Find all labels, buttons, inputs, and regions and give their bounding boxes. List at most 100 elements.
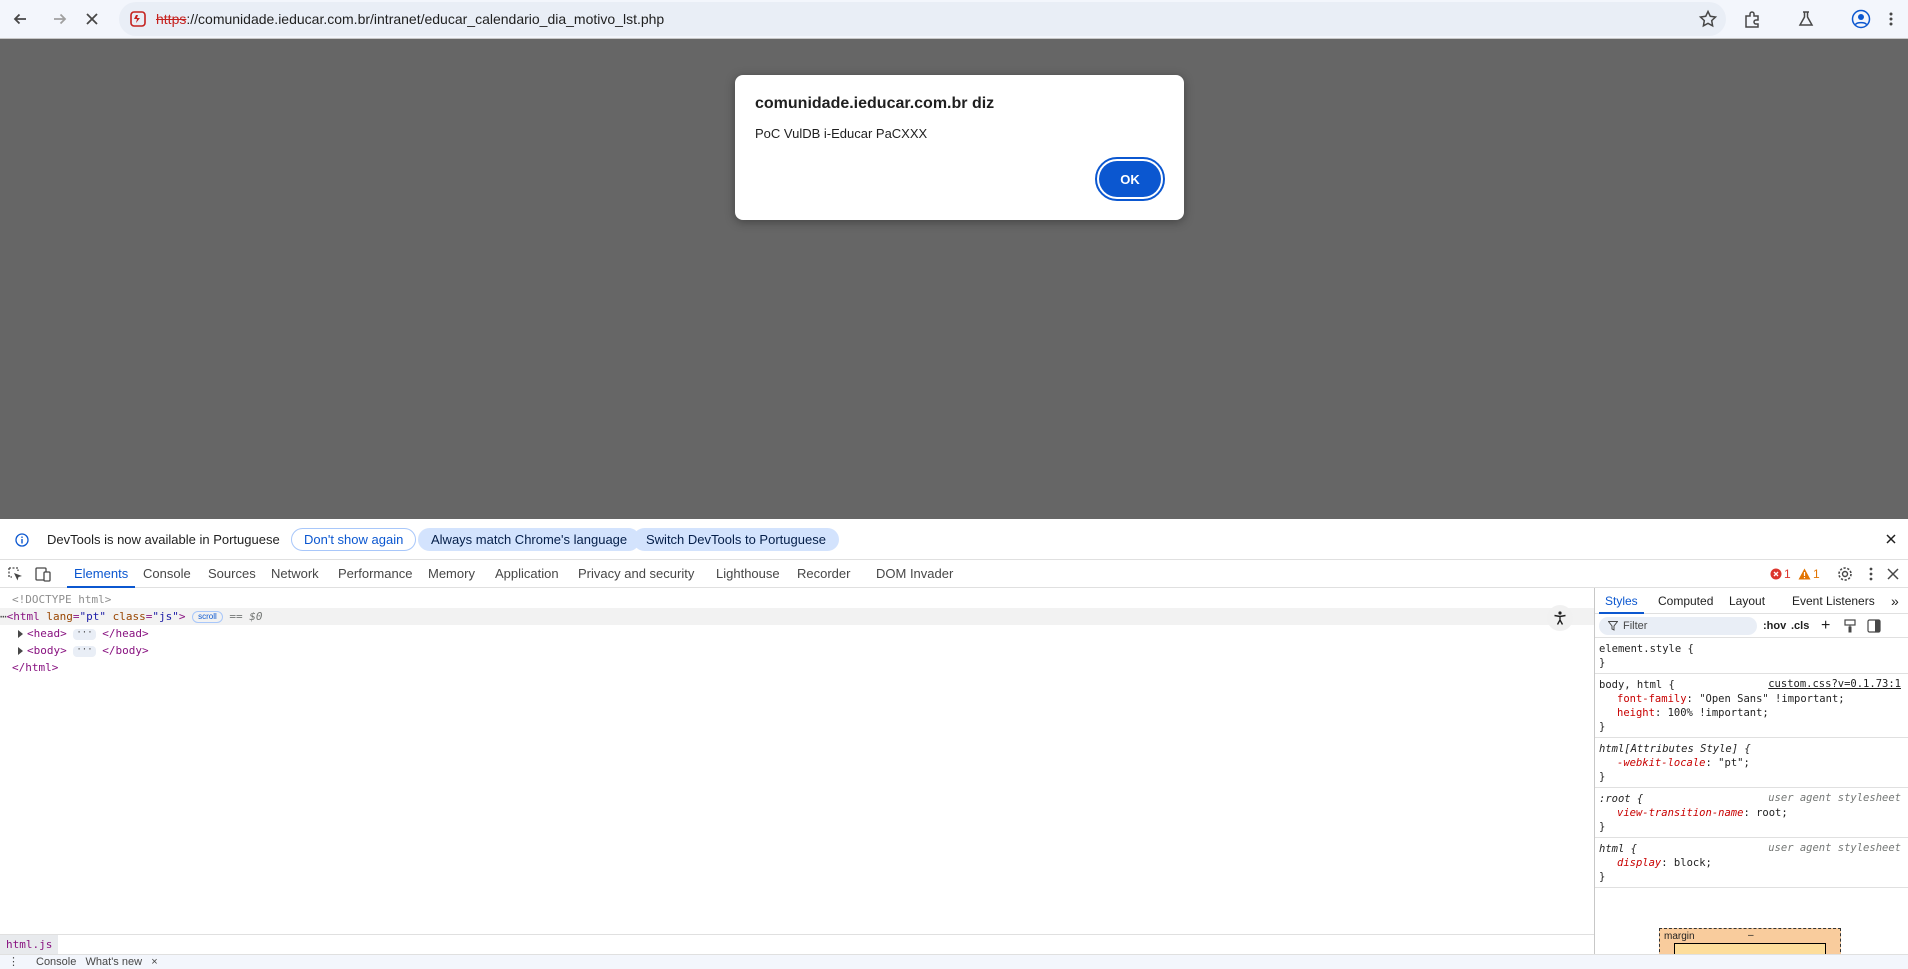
- devtools-language-infobar: DevTools is now available in Portuguese …: [0, 519, 1908, 560]
- device-toolbar-icon[interactable]: [34, 565, 52, 583]
- doctype-text: <!DOCTYPE html>: [12, 593, 112, 606]
- bookmark-star-icon[interactable]: [1698, 9, 1718, 29]
- collapsed-ellipsis[interactable]: ···: [73, 628, 96, 640]
- html-tag-name: html: [13, 610, 40, 623]
- dialog-message: PoC VulDB i-Educar PaCXXX: [755, 126, 928, 141]
- tab-recorder[interactable]: Recorder: [797, 560, 850, 588]
- property-value: "Open Sans" !important;: [1699, 693, 1845, 705]
- rule-property[interactable]: display: block;: [1599, 856, 1905, 870]
- address-bar[interactable]: https://comunidade.ieducar.com.br/intran…: [119, 2, 1726, 36]
- cls-toggle[interactable]: .cls: [1791, 614, 1809, 638]
- drawer-tabs[interactable]: Console What's new ×: [36, 955, 158, 969]
- tab-layout[interactable]: Layout: [1729, 588, 1765, 614]
- puzzle-icon: [1745, 11, 1759, 28]
- rule-source-label: user agent stylesheet: [1768, 792, 1901, 804]
- warning-icon: [1798, 568, 1811, 580]
- breadcrumb-item-html[interactable]: html.js: [0, 935, 59, 954]
- dom-node-body[interactable]: <body> ··· </body>: [0, 642, 1594, 659]
- toggle-sidebar-icon[interactable]: [1867, 619, 1881, 633]
- switch-to-portuguese-button[interactable]: Switch DevTools to Portuguese: [633, 528, 839, 551]
- rule-element-style[interactable]: element.style { }: [1595, 638, 1908, 674]
- more-vert-icon[interactable]: [1862, 565, 1880, 583]
- rule-property[interactable]: height: 100% !important;: [1599, 706, 1905, 720]
- tab-performance[interactable]: Performance: [338, 560, 412, 588]
- box-model-margin-value[interactable]: –: [1748, 930, 1754, 941]
- close-icon[interactable]: [1884, 532, 1898, 546]
- extensions-button[interactable]: [1736, 3, 1768, 35]
- expand-triangle-icon[interactable]: [18, 630, 23, 638]
- tab-privacy-security[interactable]: Privacy and security: [578, 560, 694, 588]
- warning-count: 1: [1813, 567, 1820, 581]
- dom-node-html[interactable]: ⋯<html lang="pt" class="js"> scroll == $…: [0, 608, 1594, 625]
- head-close-tag: </head>: [102, 627, 149, 640]
- html-close-bracket: >: [178, 610, 186, 623]
- node-ellipsis-marker: ⋯: [0, 610, 7, 623]
- property-name: view-transition-name: [1617, 807, 1744, 819]
- drawer-menu-icon[interactable]: ⋮: [8, 955, 19, 969]
- warning-count-badge[interactable]: 1: [1798, 560, 1820, 588]
- more-tabs-chevron-icon[interactable]: »: [1891, 588, 1899, 614]
- forward-button[interactable]: [44, 3, 76, 35]
- dom-node-html-close[interactable]: </html>: [0, 659, 1594, 676]
- accessibility-tree-button[interactable]: [1547, 605, 1573, 631]
- box-model-margin-label: margin: [1664, 931, 1695, 942]
- close-devtools-icon[interactable]: [1884, 565, 1902, 583]
- rule-source-link[interactable]: custom.css?v=0.1.73:1: [1768, 678, 1901, 690]
- property-name: font-family: [1617, 693, 1687, 705]
- info-icon: [15, 533, 29, 547]
- rule-html-attributes-style[interactable]: html[Attributes Style] { -webkit-locale:…: [1595, 738, 1908, 788]
- arrow-left-icon: [13, 13, 26, 25]
- rule-html[interactable]: user agent stylesheet html { display: bl…: [1595, 838, 1908, 888]
- url-text[interactable]: https://comunidade.ieducar.com.br/intran…: [156, 2, 664, 36]
- tab-event-listeners[interactable]: Event Listeners: [1792, 588, 1875, 614]
- error-count-badge[interactable]: 1: [1770, 560, 1791, 588]
- ok-button[interactable]: OK: [1099, 161, 1161, 197]
- hov-toggle[interactable]: :hov: [1763, 614, 1786, 638]
- tab-console[interactable]: Console: [143, 560, 191, 588]
- not-secure-icon[interactable]: [129, 10, 147, 28]
- settings-gear-icon[interactable]: [1836, 565, 1854, 583]
- rule-body-html[interactable]: custom.css?v=0.1.73:1 body, html { font-…: [1595, 674, 1908, 738]
- rule-close-brace: }: [1599, 771, 1606, 783]
- rule-property[interactable]: -webkit-locale: "pt";: [1599, 756, 1905, 770]
- collapsed-ellipsis[interactable]: ···: [73, 645, 96, 657]
- tab-styles[interactable]: Styles: [1599, 588, 1644, 614]
- menu-button[interactable]: [1875, 3, 1907, 35]
- paint-brush-icon[interactable]: [1843, 619, 1857, 633]
- profile-button[interactable]: [1845, 3, 1877, 35]
- tab-lighthouse[interactable]: Lighthouse: [716, 560, 780, 588]
- rule-property[interactable]: font-family: "Open Sans" !important;: [1599, 692, 1905, 706]
- tab-sources[interactable]: Sources: [208, 560, 256, 588]
- rule-selector: element.style {: [1599, 643, 1694, 655]
- tab-elements[interactable]: Elements: [66, 560, 136, 588]
- box-model-diagram[interactable]: margin –: [1659, 928, 1841, 954]
- dom-node-doctype[interactable]: <!DOCTYPE html>: [0, 591, 1594, 608]
- rule-property[interactable]: view-transition-name: root;: [1599, 806, 1905, 820]
- attr-class-value: "js": [152, 610, 179, 623]
- back-button[interactable]: [4, 3, 36, 35]
- tab-network[interactable]: Network: [271, 560, 319, 588]
- property-name: display: [1617, 857, 1662, 869]
- style-rules-list: element.style { } custom.css?v=0.1.73:1 …: [1595, 638, 1908, 888]
- inspect-element-icon[interactable]: [6, 565, 24, 583]
- expand-triangle-icon[interactable]: [18, 647, 23, 655]
- elements-dom-tree[interactable]: <!DOCTYPE html> ⋯<html lang="pt" class="…: [0, 588, 1594, 934]
- rule-root[interactable]: user agent stylesheet :root { view-trans…: [1595, 788, 1908, 838]
- tab-computed[interactable]: Computed: [1658, 588, 1713, 614]
- dont-show-again-button[interactable]: Don't show again: [291, 528, 417, 551]
- tab-memory[interactable]: Memory: [428, 560, 475, 588]
- error-icon: [1770, 568, 1782, 580]
- dom-node-head[interactable]: <head> ··· </head>: [0, 625, 1594, 642]
- tab-dom-invader[interactable]: DOM Invader: [876, 560, 953, 588]
- dialog-title: comunidade.ieducar.com.br diz: [755, 95, 995, 112]
- tab-application[interactable]: Application: [495, 560, 559, 588]
- always-match-language-button[interactable]: Always match Chrome's language: [418, 528, 641, 551]
- stop-loading-button[interactable]: [76, 3, 108, 35]
- scroll-badge[interactable]: scroll: [192, 611, 223, 623]
- html-close-tag: </html>: [12, 661, 59, 674]
- styles-filter-input[interactable]: Filter: [1599, 617, 1757, 635]
- new-rule-plus-icon[interactable]: +: [1821, 614, 1830, 638]
- labs-button[interactable]: [1790, 3, 1822, 35]
- box-model-border: [1674, 943, 1826, 954]
- devtools-drawer: ⋮ Console What's new ×: [0, 954, 1908, 969]
